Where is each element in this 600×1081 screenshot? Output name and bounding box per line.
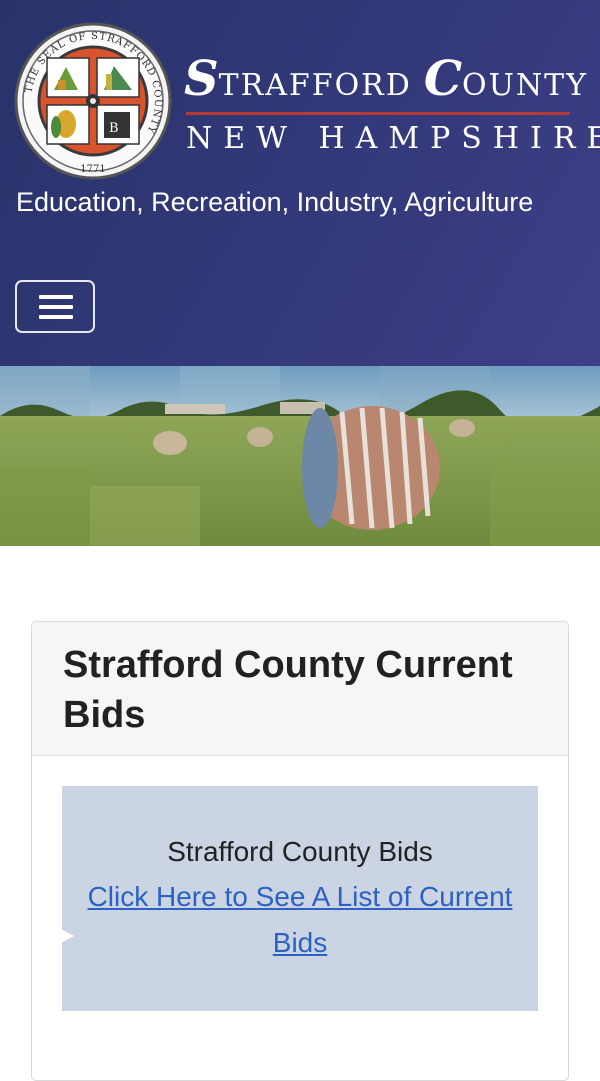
site-title-state: NEW HAMPSHIRE bbox=[186, 121, 600, 156]
site-tagline: Education, Recreation, Industry, Agricul… bbox=[16, 187, 534, 217]
bids-label: Strafford County Bids bbox=[167, 836, 433, 867]
bids-card: Strafford County Current Bids Strafford … bbox=[31, 621, 569, 1081]
title-rest-county: OUNTY bbox=[462, 68, 588, 103]
county-seal-logo[interactable]: THE SEAL OF STRAFFORD COUNTY B 1771 bbox=[14, 22, 172, 180]
seal-year: 1771 bbox=[80, 164, 105, 175]
site-title-county: STRAFFORD COUNTY bbox=[184, 55, 586, 105]
hero-banner-image bbox=[0, 366, 600, 546]
site-header: THE SEAL OF STRAFFORD COUNTY B 1771 STRA… bbox=[0, 0, 600, 366]
title-cap-s: S bbox=[184, 51, 219, 107]
title-rest-strafford: TRAFFORD bbox=[218, 68, 412, 103]
bids-info-box: Strafford County Bids Click Here to See … bbox=[62, 786, 538, 1011]
bids-card-header: Strafford County Current Bids bbox=[32, 622, 568, 756]
hamburger-menu-button[interactable] bbox=[15, 280, 95, 333]
bids-card-title: Strafford County Current Bids bbox=[63, 644, 513, 736]
current-bids-link[interactable]: Click Here to See A List of Current Bids bbox=[62, 874, 538, 966]
svg-text:B: B bbox=[109, 121, 119, 136]
title-divider bbox=[186, 112, 570, 115]
title-cap-c: C bbox=[423, 51, 463, 107]
